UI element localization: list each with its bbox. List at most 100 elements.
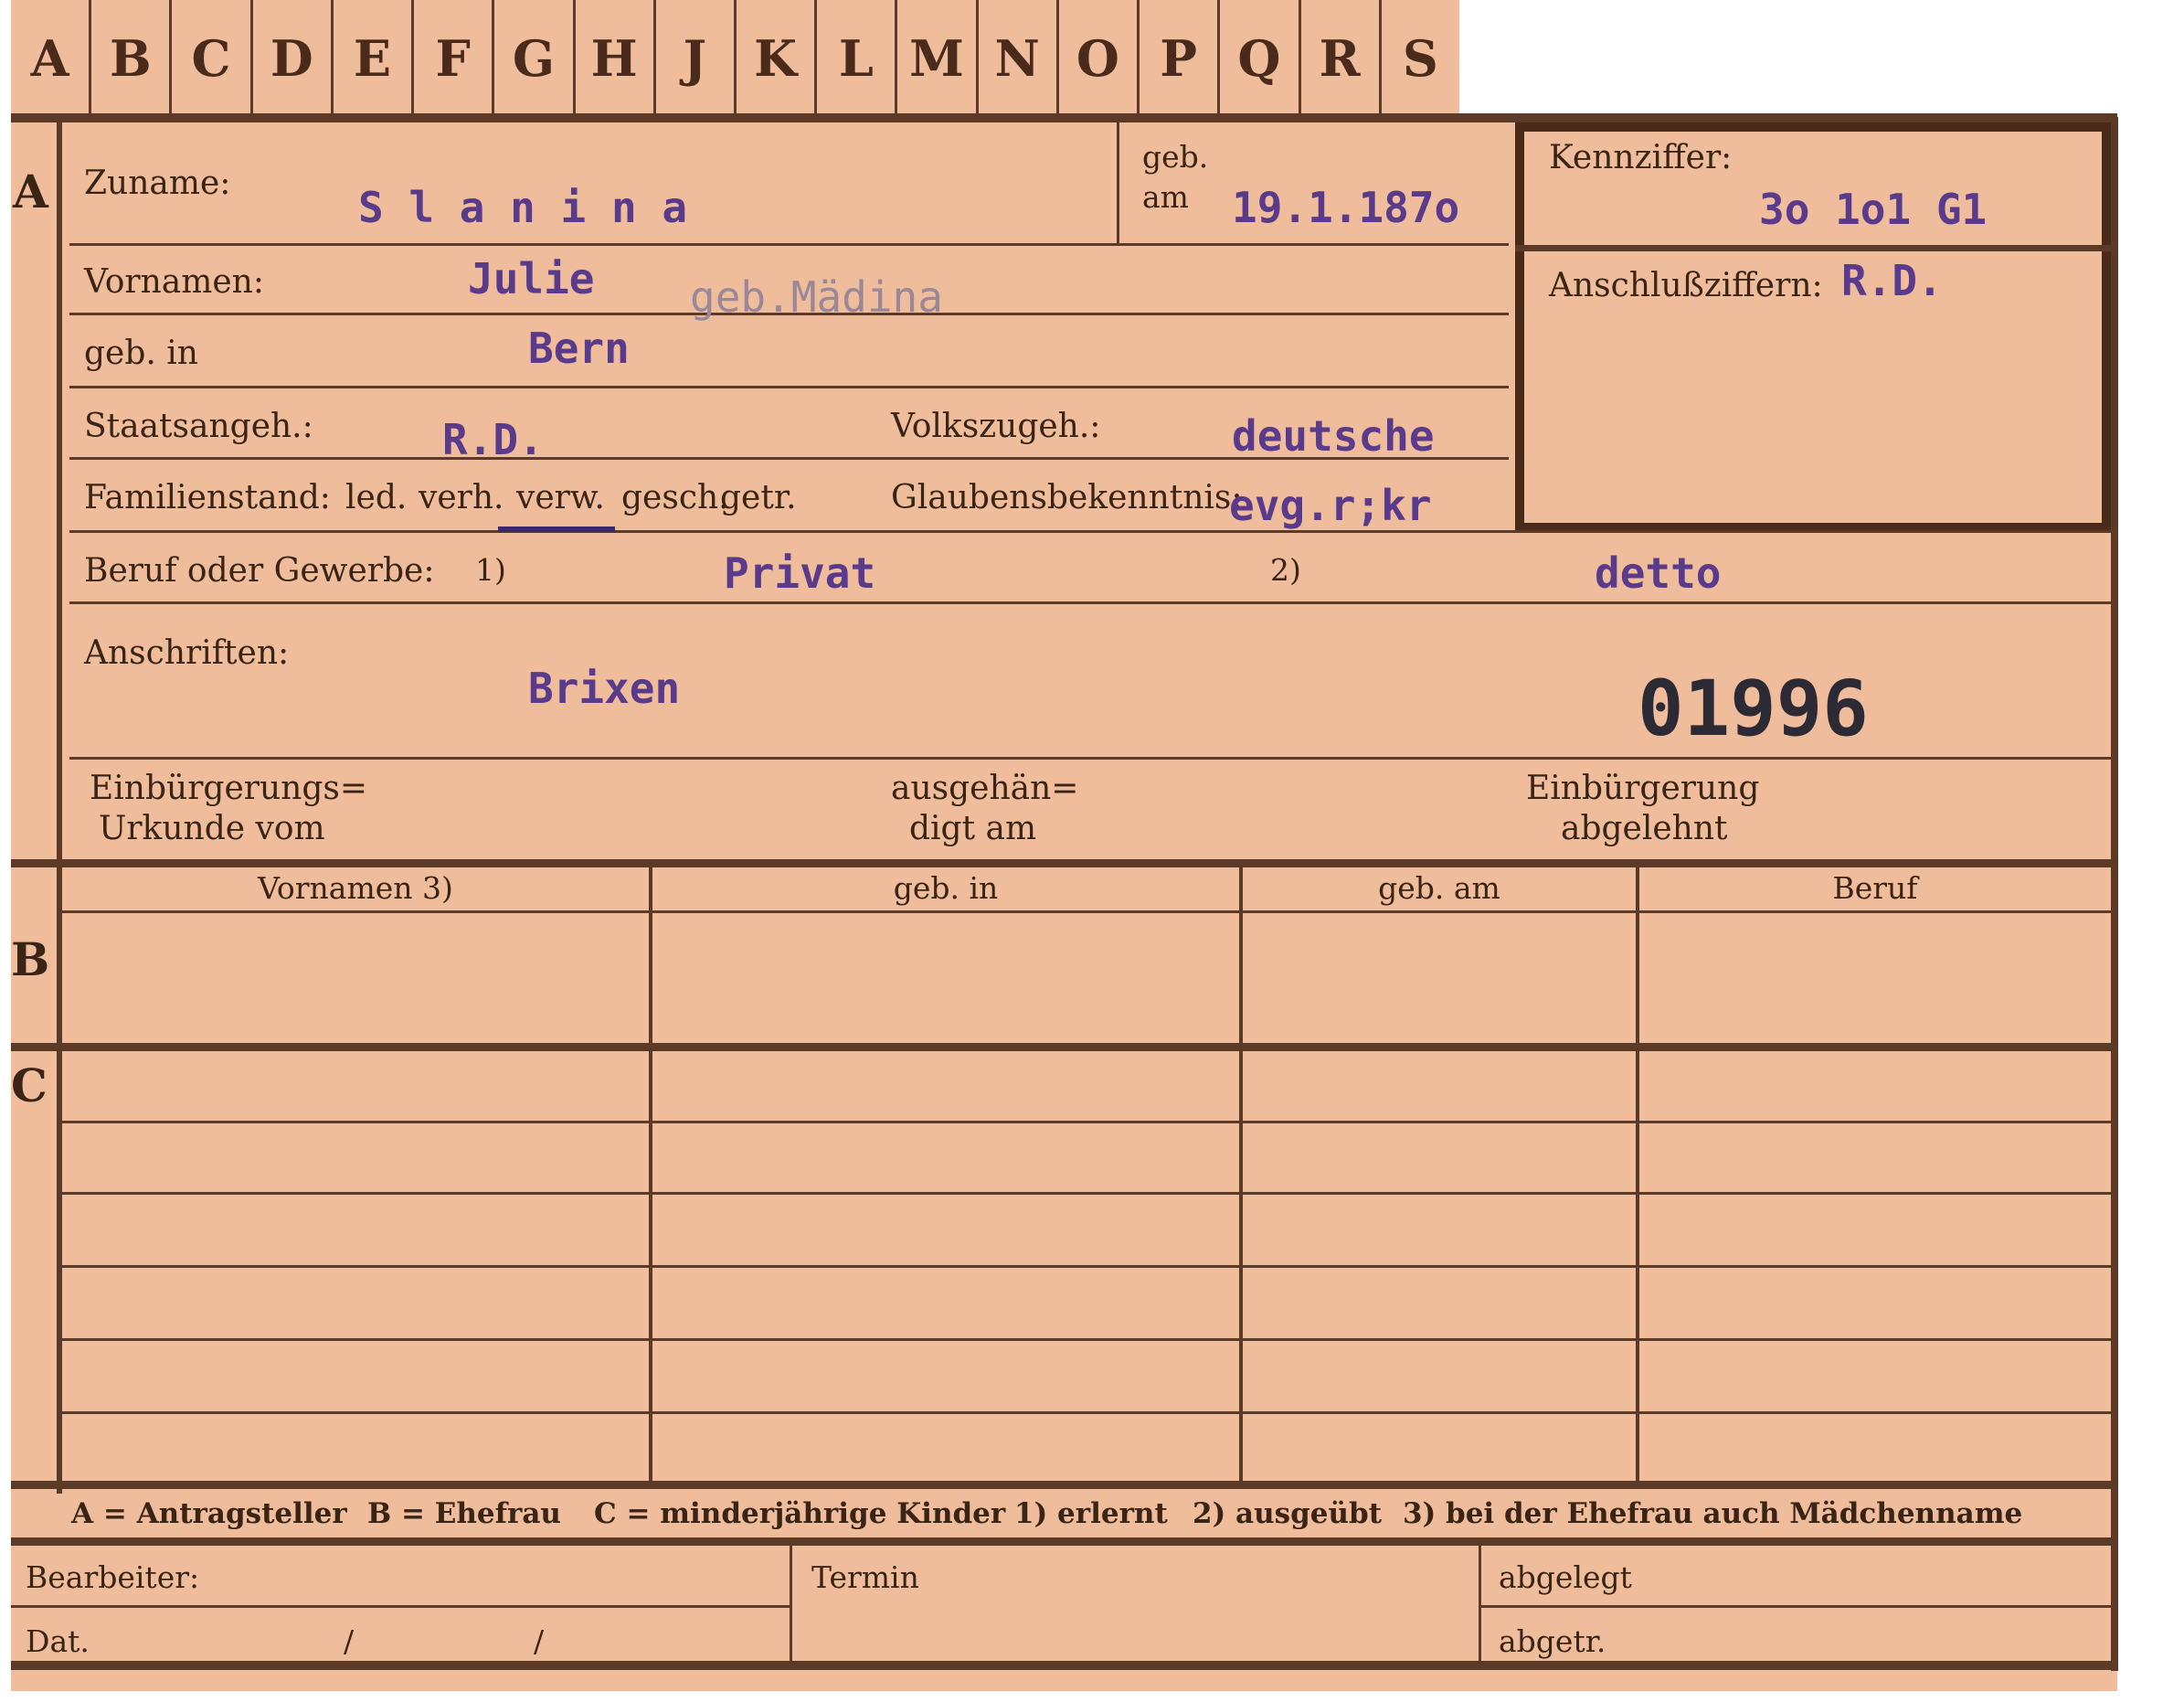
section-b-border xyxy=(11,859,2117,867)
tab-letter-l[interactable]: L xyxy=(817,0,898,117)
legend-applicant: A = Antragsteller xyxy=(71,1497,347,1530)
occupation-learned-value: Privat xyxy=(724,548,876,598)
given-names-label: Vornamen: xyxy=(84,263,264,301)
date-label: Dat. xyxy=(26,1623,90,1659)
ethnicity-value: deutsche xyxy=(1232,411,1435,461)
right-border xyxy=(2111,117,2118,1671)
maiden-name-value: geb.Mädina xyxy=(690,272,943,322)
connection-value: R.D. xyxy=(1841,256,1943,305)
birth-date-label-1: geb. xyxy=(1142,139,1209,175)
column-header-birth-date: geb. am xyxy=(1378,870,1500,906)
naturalization-rejected-label-2: abgelehnt xyxy=(1561,810,1728,847)
rule-line xyxy=(69,386,1509,388)
section-a-marker: A xyxy=(13,165,48,218)
row-line xyxy=(62,1411,2111,1414)
marital-option-married: verh. xyxy=(419,479,504,516)
row-line xyxy=(62,1121,2111,1123)
rule-line xyxy=(69,601,2111,604)
legend-top-border xyxy=(11,1481,2117,1489)
code-value: 3o 1o1 G1 xyxy=(1759,185,1988,234)
tab-letter-g[interactable]: G xyxy=(494,0,576,117)
legend-wife: B = Ehefrau xyxy=(367,1497,561,1530)
handed-over-label-2: digt am xyxy=(909,810,1037,847)
card-notch xyxy=(1459,0,2184,117)
marital-option-single: led. xyxy=(345,479,408,516)
address-label: Anschriften: xyxy=(84,634,290,672)
birthplace-value: Bern xyxy=(528,324,630,373)
date-separator: / xyxy=(344,1623,355,1659)
address-value: Brixen xyxy=(528,664,681,713)
legend-note-1: 1) erlernt xyxy=(1014,1497,1168,1530)
tab-letter-d[interactable]: D xyxy=(253,0,334,117)
tab-letter-q[interactable]: Q xyxy=(1220,0,1301,117)
tab-letter-j[interactable]: J xyxy=(656,0,737,117)
marital-option-divorced: gesch. xyxy=(621,479,729,516)
column-header-birthplace: geb. in xyxy=(893,870,999,906)
birthplace-label: geb. in xyxy=(84,335,198,372)
citizenship-label: Staatsangeh.: xyxy=(84,408,313,445)
legend-note-2: 2) ausgeübt xyxy=(1193,1497,1383,1530)
left-margin-line xyxy=(57,122,62,1494)
footer-line xyxy=(1481,1605,2112,1608)
tab-letter-f[interactable]: F xyxy=(414,0,495,117)
filed-label: abgelegt xyxy=(1499,1559,1632,1595)
code-label: Kennziffer: xyxy=(1549,139,1733,176)
removed-label: abgetr. xyxy=(1499,1623,1606,1659)
rule-line xyxy=(69,243,1509,246)
naturalization-rejected-label: Einbürgerung xyxy=(1526,770,1760,807)
birth-date-divider xyxy=(1117,122,1119,243)
religion-label: Glaubensbekenntnis: xyxy=(891,479,1243,516)
ethnicity-label: Volkszugeh.: xyxy=(891,408,1101,445)
tab-letter-s[interactable]: S xyxy=(1382,0,1459,117)
birth-date-label-2: am xyxy=(1142,179,1189,215)
naturalization-certificate-label: Einbürgerungs= xyxy=(90,770,368,807)
code-box-divider xyxy=(1515,245,2111,251)
footer-line xyxy=(11,1605,790,1608)
legend-note-3: 3) bei der Ehefrau auch Mädchenname xyxy=(1403,1497,2023,1530)
column-header-occupation: Beruf xyxy=(1832,870,1918,906)
section-b-marker: B xyxy=(11,932,50,986)
footer-divider xyxy=(790,1546,792,1661)
tab-letter-p[interactable]: P xyxy=(1140,0,1221,117)
section-c-border xyxy=(11,1043,2117,1051)
handed-over-label: ausgehän= xyxy=(891,770,1079,807)
naturalization-certificate-label-2: Urkunde vom xyxy=(99,810,325,847)
footer-divider xyxy=(1479,1546,1481,1661)
stamped-number: 01996 xyxy=(1638,664,1869,753)
tab-strip-border xyxy=(11,113,2117,122)
row-line xyxy=(62,1192,2111,1195)
tab-letter-m[interactable]: M xyxy=(897,0,979,117)
legend-children: C = minderjährige Kinder xyxy=(594,1497,1006,1530)
bottom-border xyxy=(11,1661,2118,1670)
alphabet-tab-strip: ABCDEFGHJKLMNOPQRS xyxy=(11,0,1459,117)
marital-option-separated: getr. xyxy=(720,479,797,516)
occupation-practiced-value: detto xyxy=(1595,548,1722,598)
surname-label: Zuname: xyxy=(84,165,231,202)
tab-letter-b[interactable]: B xyxy=(91,0,173,117)
column-header-given-names: Vornamen 3) xyxy=(258,870,453,906)
tab-letter-h[interactable]: H xyxy=(576,0,656,117)
tab-letter-a[interactable]: A xyxy=(11,0,92,117)
legend-bottom-border xyxy=(11,1537,2117,1546)
row-line xyxy=(62,1265,2111,1268)
rule-line xyxy=(69,757,2111,760)
tab-letter-n[interactable]: N xyxy=(979,0,1059,117)
rule-line xyxy=(69,530,2111,533)
deadline-label: Termin xyxy=(811,1559,919,1595)
marital-option-widowed: verw. xyxy=(516,479,605,516)
birth-date-value: 19.1.187o xyxy=(1232,183,1460,232)
connection-label: Anschlußziffern: xyxy=(1549,267,1823,304)
tab-letter-k[interactable]: K xyxy=(737,0,818,117)
section-b-header-line xyxy=(62,910,2111,913)
date-separator: / xyxy=(534,1623,545,1659)
row-line xyxy=(62,1338,2111,1341)
marital-status-label: Familienstand: xyxy=(84,479,331,516)
tab-letter-e[interactable]: E xyxy=(334,0,415,117)
marital-selection-underline xyxy=(498,527,615,532)
tab-letter-o[interactable]: O xyxy=(1059,0,1140,117)
tab-letter-c[interactable]: C xyxy=(172,0,253,117)
citizenship-value: R.D. xyxy=(442,415,544,464)
tab-letter-r[interactable]: R xyxy=(1301,0,1382,117)
occupation-note-2: 2) xyxy=(1270,552,1301,588)
clerk-label: Bearbeiter: xyxy=(26,1559,200,1595)
